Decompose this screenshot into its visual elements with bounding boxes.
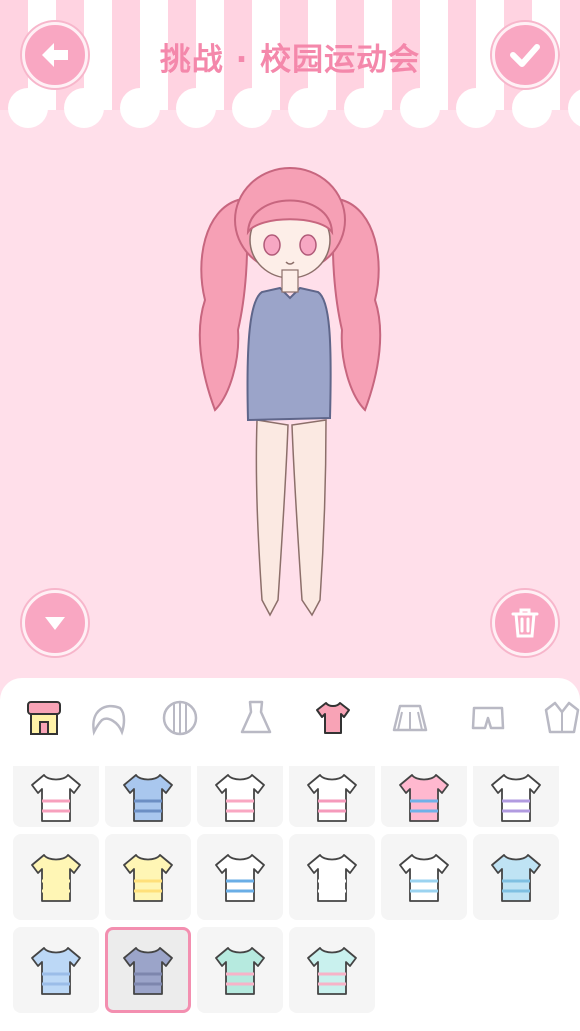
- collapse-button[interactable]: [22, 590, 88, 656]
- tab-shop[interactable]: [22, 696, 66, 740]
- tab-dress[interactable]: [234, 696, 278, 740]
- garment-icon: [123, 854, 173, 902]
- triangle-down-icon: [45, 617, 65, 630]
- garment-icon: [123, 947, 173, 995]
- item-yellow-striped-tshirt[interactable]: [105, 834, 191, 920]
- tab-top[interactable]: [311, 696, 355, 740]
- item-mint-bear-hoodie[interactable]: [197, 927, 283, 1013]
- item-white-offshoulder-top[interactable]: [289, 834, 375, 920]
- item-pink-heart-tank[interactable]: [381, 766, 467, 827]
- delete-button[interactable]: [492, 590, 558, 656]
- garment-icon: [31, 773, 81, 822]
- tab-skirt[interactable]: [388, 696, 432, 740]
- shirt: [246, 286, 332, 422]
- confirm-button[interactable]: [492, 22, 558, 88]
- item-white-bow-blouse[interactable]: [381, 834, 467, 920]
- shorts-icon: [471, 706, 505, 730]
- garment-icon: [307, 773, 357, 822]
- item-blue-striped-tshirt[interactable]: [197, 834, 283, 920]
- tab-shorts[interactable]: [466, 696, 510, 740]
- shop-icon: [27, 701, 61, 735]
- garment-icon: [31, 854, 81, 902]
- hair-front-icon: [92, 704, 126, 736]
- legs: [255, 419, 327, 617]
- item-lace-corset-top[interactable]: [473, 766, 559, 827]
- item-mint-collar-sweater[interactable]: [289, 927, 375, 1013]
- head: [246, 199, 334, 293]
- item-blue-halter-top[interactable]: [473, 834, 559, 920]
- character: [198, 167, 382, 617]
- garment-icon: [491, 854, 541, 902]
- garment-icon: [399, 854, 449, 902]
- top-icon: [316, 702, 350, 734]
- clothing-item-grid: [13, 766, 573, 1031]
- garment-icon: [123, 773, 173, 822]
- category-tabs: [0, 678, 580, 758]
- garment-icon: [31, 947, 81, 995]
- garment-icon: [491, 773, 541, 822]
- garment-icon: [307, 947, 357, 995]
- item-yellow-tshirt[interactable]: [13, 834, 99, 920]
- item-blue-button-shirt[interactable]: [105, 766, 191, 827]
- hair-back-icon: [162, 700, 198, 736]
- checkmark-icon: [510, 44, 540, 67]
- tab-hair-front[interactable]: [86, 696, 130, 740]
- garment-icon: [399, 773, 449, 822]
- tab-jacket[interactable]: [540, 696, 580, 740]
- garment-icon: [215, 854, 265, 902]
- garment-icon: [215, 773, 265, 822]
- garment-icon: [215, 947, 265, 995]
- garment-icon: [307, 854, 357, 902]
- item-gray-long-shirt[interactable]: [105, 927, 191, 1013]
- skirt-icon: [392, 704, 428, 732]
- trash-icon: [511, 608, 539, 638]
- item-blue-lace-camisole[interactable]: [13, 927, 99, 1013]
- item-white-ruffle-tshirt[interactable]: [197, 766, 283, 827]
- item-white-text-tshirt[interactable]: [289, 766, 375, 827]
- back-button[interactable]: [22, 22, 88, 88]
- jacket-icon: [544, 701, 580, 734]
- tab-hair-back[interactable]: [158, 696, 202, 740]
- dress-icon: [240, 700, 272, 734]
- arrow-left-icon: [42, 43, 68, 67]
- dressup-stage: [0, 130, 580, 680]
- item-white-tshirt-heart[interactable]: [13, 766, 99, 827]
